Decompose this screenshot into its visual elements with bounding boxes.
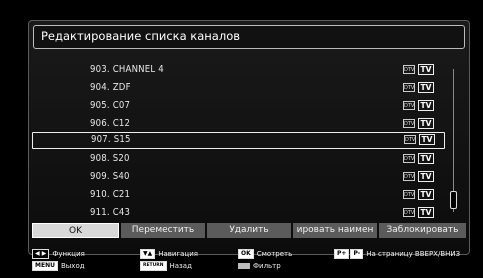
- green-key-icon: [238, 263, 250, 269]
- channel-row[interactable]: 905. C07 DTV TV: [32, 98, 445, 115]
- channel-name: 911. C43: [90, 207, 131, 218]
- rename-button[interactable]: ировать наимен: [293, 223, 377, 238]
- legend-navigation: ▼▲ Навигация: [140, 249, 198, 259]
- scrollbar-thumb[interactable]: [450, 191, 457, 209]
- tv-icon: TV: [418, 118, 434, 129]
- channel-name: 905. C07: [90, 100, 131, 111]
- tv-icon: TV: [418, 171, 434, 182]
- page-up-key-icon: P+: [334, 249, 350, 259]
- dtv-icon: DTV: [403, 172, 415, 181]
- up-down-arrows-icon: ▼▲: [140, 249, 156, 259]
- legend-filter: Фильтр: [238, 261, 281, 271]
- channel-name: 907. S15: [91, 134, 131, 145]
- channel-row[interactable]: 904. ZDF DTV TV: [32, 80, 445, 97]
- lock-button[interactable]: Заблокировать: [379, 223, 466, 238]
- channel-row[interactable]: 908. S20 DTV TV: [32, 151, 445, 168]
- return-key-icon: RETURN: [140, 261, 167, 271]
- tv-screen: Редактирование списка каналов 903. CHANN…: [0, 0, 483, 278]
- channel-row[interactable]: 909. S40 DTV TV: [32, 169, 445, 186]
- tv-icon: TV: [418, 153, 434, 164]
- legend-function: ◀ ▶ Функция: [32, 249, 85, 259]
- channel-row[interactable]: 910. C21 DTV TV: [32, 187, 445, 204]
- tv-icon: TV: [418, 64, 434, 75]
- tv-icon: TV: [419, 134, 435, 145]
- tv-icon: TV: [418, 82, 434, 93]
- left-right-arrows-icon: ◀ ▶: [32, 249, 50, 259]
- dtv-icon: DTV: [403, 65, 415, 74]
- legend-exit: MENU Выход: [32, 261, 85, 271]
- channel-row[interactable]: 906. C12 DTV TV: [32, 116, 445, 133]
- page-title: Редактирование списка каналов: [41, 29, 241, 43]
- ok-key-icon: OK: [238, 249, 254, 259]
- tv-icon: TV: [418, 189, 434, 200]
- menu-key-icon: MENU: [32, 261, 58, 271]
- ok-button[interactable]: OK: [32, 223, 119, 238]
- dtv-icon: DTV: [403, 190, 415, 199]
- channel-name: 903. CHANNEL 4: [90, 64, 164, 75]
- dtv-icon: DTV: [403, 101, 415, 110]
- tv-icon: TV: [418, 207, 434, 218]
- delete-button[interactable]: Удалить: [207, 223, 291, 238]
- dtv-icon: DTV: [403, 154, 415, 163]
- channel-row-selected[interactable]: 907. S15 DTV TV: [32, 132, 445, 149]
- dtv-icon: DTV: [403, 119, 415, 128]
- move-button[interactable]: Переместить: [121, 223, 205, 238]
- channel-name: 910. C21: [90, 189, 131, 200]
- channel-name: 908. S20: [90, 153, 130, 164]
- legend-back: RETURN Назад: [140, 261, 192, 271]
- channel-row[interactable]: 911. C43 DTV TV: [32, 205, 445, 222]
- legend-watch: OK Смотреть: [238, 249, 292, 259]
- channel-name: 906. C12: [90, 118, 131, 129]
- dtv-icon: DTV: [404, 135, 416, 144]
- remote-key-legend: ◀ ▶ Функция MENU Выход ▼▲ Навигация RETURN Н…: [32, 248, 472, 274]
- page-down-key-icon: P-: [350, 249, 364, 259]
- title-bar: Редактирование списка каналов: [33, 25, 465, 49]
- legend-page: P+ P- На страницу ВВЕРХ/ВНИЗ: [334, 249, 460, 259]
- dtv-icon: DTV: [403, 208, 415, 217]
- tv-icon: TV: [418, 100, 434, 111]
- dtv-icon: DTV: [403, 83, 415, 92]
- channel-name: 909. S40: [90, 171, 130, 182]
- channel-edit-panel: Редактирование списка каналов 903. CHANN…: [28, 20, 470, 255]
- action-button-bar: OK Переместить Удалить ировать наимен За…: [32, 223, 466, 239]
- channel-name: 904. ZDF: [90, 82, 131, 93]
- channel-row[interactable]: 903. CHANNEL 4 DTV TV: [32, 62, 445, 79]
